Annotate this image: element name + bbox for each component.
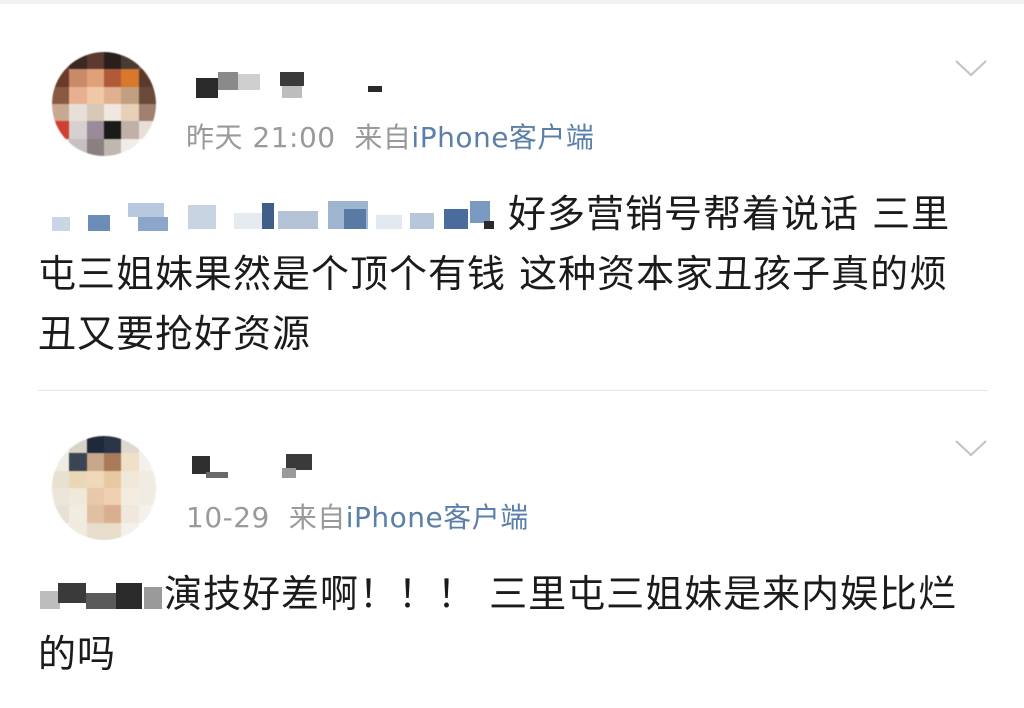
- redacted-text: [38, 579, 164, 611]
- user-avatar[interactable]: [52, 52, 156, 156]
- source-prefix: 来自: [288, 501, 346, 534]
- comment-meta: 10-29 来自iPhone客户端: [186, 496, 529, 536]
- client-source-link[interactable]: iPhone客户端: [411, 121, 594, 154]
- user-avatar[interactable]: [52, 436, 156, 540]
- comment-time: 昨天 21:00: [186, 121, 336, 154]
- comment-meta: 昨天 21:00 来自iPhone客户端: [186, 116, 594, 156]
- source-prefix: 来自: [354, 121, 412, 154]
- username-redacted[interactable]: [190, 452, 330, 482]
- username-redacted[interactable]: [190, 70, 390, 100]
- client-source-link[interactable]: iPhone客户端: [346, 501, 529, 534]
- redacted-text: [38, 199, 508, 231]
- comment-time: 10-29: [186, 501, 270, 534]
- comment-text: 演技好差啊！！！ 三里屯三姐妹是来内娱比烂的吗: [38, 564, 988, 684]
- chevron-down-icon[interactable]: [954, 58, 988, 78]
- chevron-down-icon[interactable]: [954, 438, 988, 458]
- top-divider: [0, 0, 1024, 4]
- comment-text: 好多营销号帮着说话 三里屯三姐妹果然是个顶个有钱 这种资本家丑孩子真的烦 丑又要…: [38, 184, 988, 364]
- divider: [38, 390, 988, 391]
- comment-text-body: 演技好差啊！！！ 三里屯三姐妹是来内娱比烂的吗: [38, 572, 958, 676]
